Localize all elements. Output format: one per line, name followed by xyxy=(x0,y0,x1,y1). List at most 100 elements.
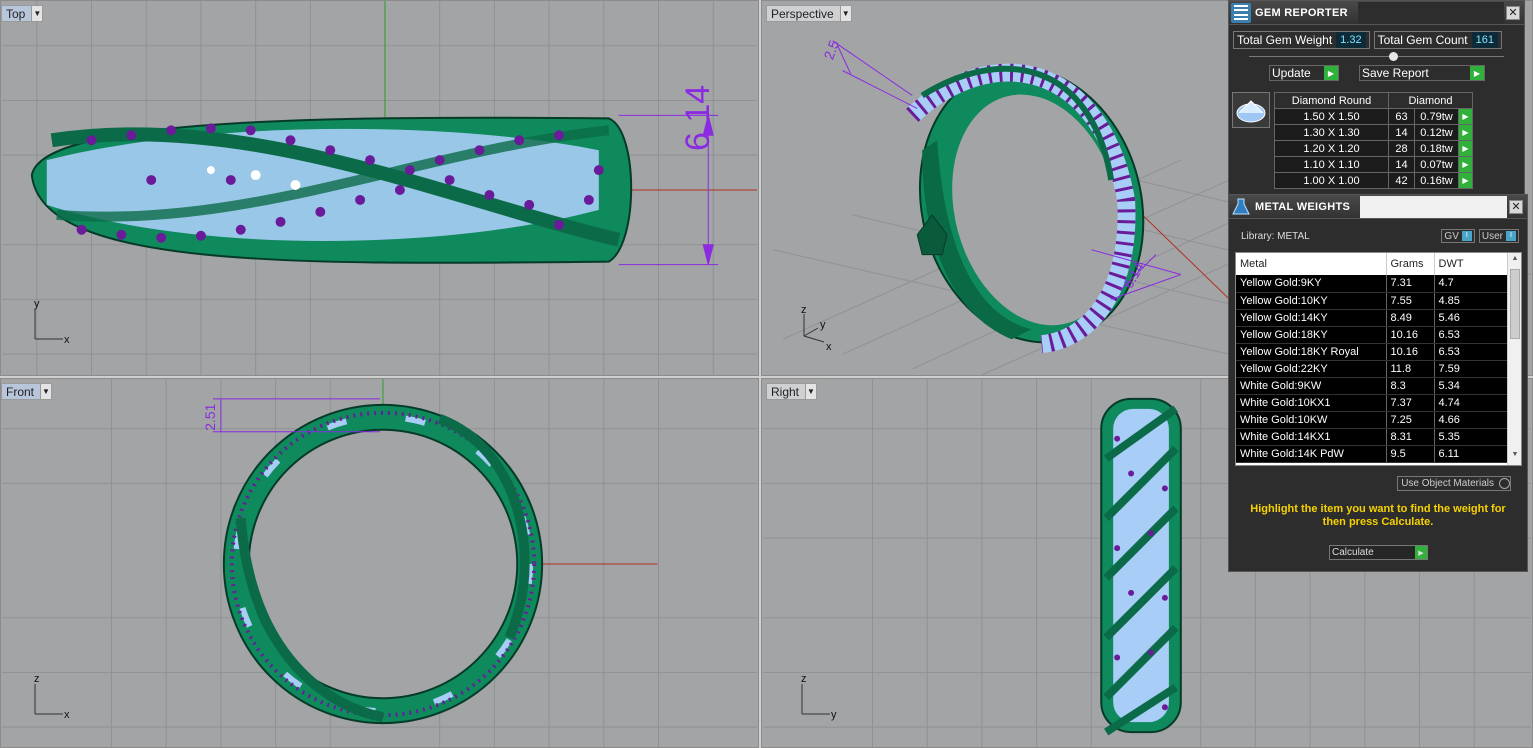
viewport-front[interactable]: 2.51 Front ▼ z x xyxy=(0,378,759,748)
axis-icon-front: z x xyxy=(31,673,76,724)
diamond-round-icon xyxy=(1232,92,1270,128)
dimension-label-top: 6.14 xyxy=(679,84,717,151)
total-gem-weight-label: Total Gem Weight xyxy=(1237,33,1333,47)
play-icon[interactable]: ▶ xyxy=(1458,124,1473,141)
radio-icon[interactable] xyxy=(1499,478,1510,489)
gem-table-row[interactable]: 1.30 X 1.30 14 0.12tw ▶ xyxy=(1274,124,1473,141)
update-button[interactable]: Update ▶ xyxy=(1269,65,1339,81)
user-toggle[interactable]: User I xyxy=(1478,229,1519,243)
scroll-up-icon[interactable]: ▲ xyxy=(1510,255,1520,267)
chevron-down-icon[interactable]: ▼ xyxy=(31,6,43,21)
metal-grams-cell: 7.25 xyxy=(1386,411,1435,429)
metal-table-row[interactable]: White Gold:10KW 7.25 4.66 xyxy=(1236,411,1508,429)
metal-table-container[interactable]: Metal Grams DWT Yellow Gold:9KY 7.31 4.7 Ye… xyxy=(1235,252,1522,466)
metal-weights-panel: METAL WEIGHTS ✕ Library: METAL GV I User I… xyxy=(1228,194,1528,572)
metal-header-metal[interactable]: Metal xyxy=(1236,253,1387,275)
metal-table-row[interactable]: White Gold:14KX1 8.31 5.35 xyxy=(1236,428,1508,446)
play-icon[interactable]: ▶ xyxy=(1458,172,1473,189)
metal-table-row[interactable]: Yellow Gold:14KY 8.49 5.46 xyxy=(1236,309,1508,327)
scroll-down-icon[interactable]: ▼ xyxy=(1510,451,1520,463)
metal-grams-cell: 8.3 xyxy=(1386,377,1435,395)
gem-size-cell: 1.10 X 1.10 xyxy=(1274,156,1389,173)
chevron-down-icon[interactable]: ▼ xyxy=(839,6,851,21)
dimension-label-front: 2.51 xyxy=(202,403,218,430)
ring-right-view xyxy=(1100,397,1182,736)
calculate-button-label: Calculate xyxy=(1332,547,1374,558)
close-icon[interactable]: ✕ xyxy=(1506,5,1520,20)
metal-grams-cell: 7.55 xyxy=(1386,292,1435,310)
gem-table-row[interactable]: 1.00 X 1.00 42 0.16tw ▶ xyxy=(1274,172,1473,189)
svg-text:y: y xyxy=(831,709,837,721)
use-object-materials-label: Use Object Materials xyxy=(1401,478,1494,489)
viewport-top[interactable]: 6.14 Top ▼ y x xyxy=(0,0,759,376)
chevron-down-icon[interactable]: ▼ xyxy=(805,384,817,399)
play-icon[interactable]: ▶ xyxy=(1458,108,1473,125)
gem-size-cell: 1.30 X 1.30 xyxy=(1274,124,1389,141)
calculate-hint: Highlight the item you want to find the … xyxy=(1250,503,1506,528)
use-object-materials-toggle[interactable]: Use Object Materials xyxy=(1397,476,1511,491)
ring-top-view xyxy=(30,116,633,264)
calculate-button[interactable]: Calculate ▶ xyxy=(1329,545,1428,560)
gem-size-cell: 1.20 X 1.20 xyxy=(1274,140,1389,157)
metal-header-dwt[interactable]: DWT xyxy=(1434,253,1508,275)
metal-grams-cell: 7.31 xyxy=(1386,275,1435,293)
gem-table-row[interactable]: 1.50 X 1.50 63 0.79tw ▶ xyxy=(1274,108,1473,125)
metal-name-cell: Yellow Gold:10KY xyxy=(1236,292,1387,310)
gem-count-cell: 42 xyxy=(1388,172,1415,189)
svg-text:x: x xyxy=(64,709,70,721)
metal-table-row[interactable]: Yellow Gold:10KY 7.55 4.85 xyxy=(1236,292,1508,310)
gem-table-row[interactable]: 1.10 X 1.10 14 0.07tw ▶ xyxy=(1274,156,1473,173)
play-icon: ▶ xyxy=(1470,66,1484,80)
gv-label: GV xyxy=(1444,230,1459,242)
metal-header-grams[interactable]: Grams xyxy=(1386,253,1435,275)
gem-slider[interactable] xyxy=(1249,52,1504,62)
slider-knob[interactable] xyxy=(1389,52,1398,61)
metal-table-row[interactable]: Yellow Gold:9KY 7.31 4.7 xyxy=(1236,275,1508,293)
metal-name-cell: White Gold:10KX1 xyxy=(1236,394,1387,412)
metal-dwt-cell: 6.53 xyxy=(1434,343,1508,361)
tab-right[interactable]: Right ▼ xyxy=(766,383,818,400)
gem-reporter-panel: GEM REPORTER ✕ Total Gem Weight 1.32 Tot… xyxy=(1228,0,1525,195)
gem-count-cell: 28 xyxy=(1388,140,1415,157)
gem-weight-cell: 0.16tw xyxy=(1414,172,1459,189)
metal-table-row[interactable]: Yellow Gold:18KY Royal 10.16 6.53 xyxy=(1236,343,1508,361)
tab-top[interactable]: Top ▼ xyxy=(1,5,44,22)
grid-front: 2.51 xyxy=(2,379,757,747)
scroll-thumb[interactable] xyxy=(1510,269,1520,339)
metal-table-row[interactable]: Yellow Gold:18KY 10.16 6.53 xyxy=(1236,326,1508,344)
metal-table: Metal Grams DWT Yellow Gold:9KY 7.31 4.7 Ye… xyxy=(1236,253,1508,463)
flask-icon xyxy=(1231,197,1251,217)
metal-table-scrollbar[interactable]: ▲ ▼ xyxy=(1507,253,1521,465)
gem-weight-cell: 0.12tw xyxy=(1414,124,1459,141)
total-gem-count: Total Gem Count 161 xyxy=(1373,31,1502,49)
play-icon: ▶ xyxy=(1415,546,1427,559)
metal-table-row[interactable]: White Gold:14K PdW 9.5 6.11 xyxy=(1236,445,1508,463)
metal-table-row[interactable]: White Gold:10KX1 7.37 4.74 xyxy=(1236,394,1508,412)
metal-grams-cell: 9.5 xyxy=(1386,445,1435,463)
save-report-button[interactable]: Save Report ▶ xyxy=(1359,65,1485,81)
metal-name-cell: Yellow Gold:18KY Royal xyxy=(1236,343,1387,361)
metal-table-row[interactable]: White Gold:9KW 8.3 5.34 xyxy=(1236,377,1508,395)
play-icon[interactable]: ▶ xyxy=(1458,140,1473,157)
metal-dwt-cell: 4.66 xyxy=(1434,411,1508,429)
toggle-icon: I xyxy=(1461,231,1472,241)
tab-front[interactable]: Front ▼ xyxy=(1,383,53,400)
close-icon[interactable]: ✕ xyxy=(1509,199,1523,214)
gv-toggle[interactable]: GV I xyxy=(1441,229,1475,243)
axis-icon-right: z y xyxy=(798,673,843,724)
total-gem-count-value: 161 xyxy=(1471,32,1498,48)
metal-grams-cell: 11.8 xyxy=(1386,360,1435,378)
tab-perspective[interactable]: Perspective ▼ xyxy=(766,5,852,22)
svg-text:z: z xyxy=(34,676,40,685)
ring-perspective-view xyxy=(906,63,1145,354)
play-icon[interactable]: ▶ xyxy=(1458,156,1473,173)
gem-table-row[interactable]: 1.20 X 1.20 28 0.18tw ▶ xyxy=(1274,140,1473,157)
metal-dwt-cell: 7.59 xyxy=(1434,360,1508,378)
metal-table-row[interactable]: Yellow Gold:22KY 11.8 7.59 xyxy=(1236,360,1508,378)
metal-weights-titlebar[interactable]: METAL WEIGHTS ✕ xyxy=(1229,195,1527,219)
metal-grams-cell: 7.37 xyxy=(1386,394,1435,412)
chevron-down-icon[interactable]: ▼ xyxy=(40,384,52,399)
metal-dwt-cell: 5.35 xyxy=(1434,428,1508,446)
gem-size-cell: 1.00 X 1.00 xyxy=(1274,172,1389,189)
gem-reporter-titlebar[interactable]: GEM REPORTER ✕ xyxy=(1229,1,1524,25)
